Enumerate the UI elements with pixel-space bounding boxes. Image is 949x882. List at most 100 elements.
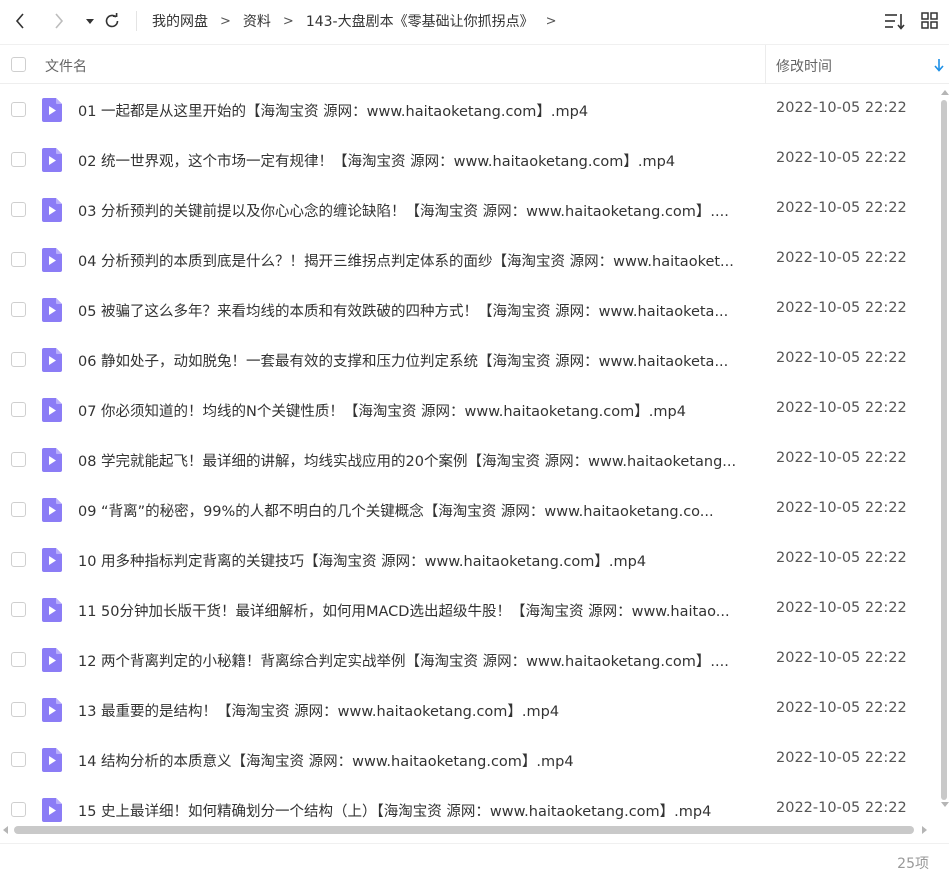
history-dropdown-button[interactable] — [78, 8, 102, 34]
video-file-icon — [42, 98, 62, 122]
file-name[interactable]: 02 统一世界观，这个市场一定有规律！【海淘宝资 源网：www.haitaoke… — [78, 150, 758, 171]
video-file-icon — [42, 698, 62, 722]
file-name[interactable]: 14 结构分析的本质意义【海淘宝资 源网：www.haitaoketang.co… — [78, 750, 758, 771]
file-row[interactable]: 08 学完就能起飞！最详细的讲解，均线实战应用的20个案例【海淘宝资 源网：ww… — [0, 435, 940, 485]
file-name[interactable]: 01 一起都是从这里开始的【海淘宝资 源网：www.haitaoketang.c… — [78, 100, 758, 121]
breadcrumb-item-current[interactable]: 143-大盘剧本《零基础让你抓拐点》 — [306, 11, 534, 31]
row-checkbox[interactable] — [11, 152, 26, 167]
file-name[interactable]: 09 “背离”的秘密，99%的人都不明白的几个关键概念【海淘宝资 源网：www.… — [78, 500, 758, 521]
file-modified-time: 2022-10-05 22:22 — [776, 600, 907, 616]
file-row[interactable]: 14 结构分析的本质意义【海淘宝资 源网：www.haitaoketang.co… — [0, 735, 940, 785]
chevron-left-icon — [15, 13, 24, 29]
select-all-checkbox[interactable] — [11, 57, 26, 72]
row-checkbox[interactable] — [11, 402, 26, 417]
file-modified-time: 2022-10-05 22:22 — [776, 750, 907, 766]
video-file-icon — [42, 398, 62, 422]
file-name[interactable]: 15 史上最详细！如何精确划分一个结构（上）【海淘宝资 源网：www.haita… — [78, 800, 758, 821]
sort-button[interactable] — [884, 11, 906, 31]
column-name-header[interactable]: 文件名 — [45, 56, 87, 76]
refresh-icon — [105, 13, 119, 28]
row-checkbox[interactable] — [11, 102, 26, 117]
file-modified-time: 2022-10-05 22:22 — [776, 500, 907, 516]
video-file-icon — [42, 448, 62, 472]
scroll-down-arrow-icon[interactable] — [941, 802, 949, 807]
row-checkbox[interactable] — [11, 802, 26, 817]
row-checkbox[interactable] — [11, 652, 26, 667]
video-file-icon — [42, 598, 62, 622]
item-count: 25项 — [897, 856, 929, 872]
video-file-icon — [42, 198, 62, 222]
file-modified-time: 2022-10-05 22:22 — [776, 100, 907, 116]
video-file-icon — [42, 298, 62, 322]
grid-view-button[interactable] — [920, 11, 940, 31]
sort-list-icon — [885, 14, 905, 30]
scroll-left-arrow-icon[interactable] — [3, 826, 8, 834]
file-row[interactable]: 10 用多种指标判定背离的关键技巧【海淘宝资 源网：www.haitaoketa… — [0, 535, 940, 585]
column-divider[interactable] — [765, 45, 766, 84]
file-name[interactable]: 10 用多种指标判定背离的关键技巧【海淘宝资 源网：www.haitaoketa… — [78, 550, 758, 571]
video-file-icon — [42, 498, 62, 522]
horizontal-scrollbar[interactable] — [0, 824, 940, 836]
file-row[interactable]: 11 50分钟加长版干货！最详细解析，如何用MACD选出超级牛股！【海淘宝资 源… — [0, 585, 940, 635]
scroll-up-arrow-icon[interactable] — [941, 90, 949, 95]
file-modified-time: 2022-10-05 22:22 — [776, 450, 907, 466]
row-checkbox[interactable] — [11, 352, 26, 367]
horizontal-scroll-thumb[interactable] — [14, 826, 914, 834]
file-row[interactable]: 05 被骗了这么多年？来看均线的本质和有效跌破的四种方式！【海淘宝资 源网：ww… — [0, 285, 940, 335]
file-row[interactable]: 07 你必须知道的！均线的N个关键性质！【海淘宝资 源网：www.haitaok… — [0, 385, 940, 435]
row-checkbox[interactable] — [11, 302, 26, 317]
file-modified-time: 2022-10-05 22:22 — [776, 400, 907, 416]
forward-button[interactable] — [47, 8, 71, 34]
file-name[interactable]: 11 50分钟加长版干货！最详细解析，如何用MACD选出超级牛股！【海淘宝资 源… — [78, 600, 758, 621]
file-name[interactable]: 13 最重要的是结构！【海淘宝资 源网：www.haitaoketang.com… — [78, 700, 758, 721]
row-checkbox[interactable] — [11, 252, 26, 267]
column-header: 文件名 修改时间 — [0, 44, 949, 84]
file-row[interactable]: 04 分析预判的本质到底是什么？！揭开三维拐点判定体系的面纱【海淘宝资 源网：w… — [0, 235, 940, 285]
file-row[interactable]: 01 一起都是从这里开始的【海淘宝资 源网：www.haitaoketang.c… — [0, 85, 940, 135]
breadcrumb-expand-separator[interactable]: > — [546, 14, 557, 29]
navigation-bar: 我的网盘 > 资料 > 143-大盘剧本《零基础让你抓拐点》 > — [0, 0, 949, 42]
file-modified-time: 2022-10-05 22:22 — [776, 250, 907, 266]
row-checkbox[interactable] — [11, 202, 26, 217]
file-name[interactable]: 06 静如处子，动如脱兔！一套最有效的支撑和压力位判定系统【海淘宝资 源网：ww… — [78, 350, 758, 371]
file-name[interactable]: 03 分析预判的关键前提以及你心心念的缠论缺陷！【海淘宝资 源网：www.hai… — [78, 200, 758, 221]
vertical-scrollbar[interactable] — [939, 86, 949, 812]
grid-view-icon — [921, 12, 938, 29]
breadcrumb-item-root[interactable]: 我的网盘 — [152, 11, 208, 31]
video-file-icon — [42, 798, 62, 822]
file-name[interactable]: 12 两个背离判定的小秘籍！背离综合判定实战举例【海淘宝资 源网：www.hai… — [78, 650, 758, 671]
file-row[interactable]: 15 史上最详细！如何精确划分一个结构（上）【海淘宝资 源网：www.haita… — [0, 785, 940, 823]
sort-down-arrow-icon[interactable] — [933, 58, 945, 72]
file-row[interactable]: 13 最重要的是结构！【海淘宝资 源网：www.haitaoketang.com… — [0, 685, 940, 735]
footer-divider — [0, 843, 949, 844]
file-name[interactable]: 04 分析预判的本质到底是什么？！揭开三维拐点判定体系的面纱【海淘宝资 源网：w… — [78, 250, 758, 271]
scroll-right-arrow-icon[interactable] — [922, 826, 927, 834]
file-name[interactable]: 05 被骗了这么多年？来看均线的本质和有效跌破的四种方式！【海淘宝资 源网：ww… — [78, 300, 758, 321]
file-row[interactable]: 03 分析预判的关键前提以及你心心念的缠论缺陷！【海淘宝资 源网：www.hai… — [0, 185, 940, 235]
row-checkbox[interactable] — [11, 552, 26, 567]
file-modified-time: 2022-10-05 22:22 — [776, 550, 907, 566]
row-checkbox[interactable] — [11, 602, 26, 617]
row-checkbox[interactable] — [11, 752, 26, 767]
breadcrumb-separator: > — [220, 13, 231, 29]
file-list: 01 一起都是从这里开始的【海淘宝资 源网：www.haitaoketang.c… — [0, 85, 940, 823]
file-modified-time: 2022-10-05 22:22 — [776, 350, 907, 366]
file-row[interactable]: 09 “背离”的秘密，99%的人都不明白的几个关键概念【海淘宝资 源网：www.… — [0, 485, 940, 535]
file-modified-time: 2022-10-05 22:22 — [776, 150, 907, 166]
row-checkbox[interactable] — [11, 452, 26, 467]
row-checkbox[interactable] — [11, 502, 26, 517]
file-name[interactable]: 07 你必须知道的！均线的N个关键性质！【海淘宝资 源网：www.haitaok… — [78, 400, 758, 421]
breadcrumb-item-folder[interactable]: 资料 — [243, 11, 271, 31]
row-checkbox[interactable] — [11, 702, 26, 717]
file-modified-time: 2022-10-05 22:22 — [776, 200, 907, 216]
file-row[interactable]: 02 统一世界观，这个市场一定有规律！【海淘宝资 源网：www.haitaoke… — [0, 135, 940, 185]
column-time-header[interactable]: 修改时间 — [776, 56, 832, 76]
caret-down-icon — [86, 19, 94, 24]
vertical-scroll-thumb[interactable] — [941, 100, 947, 800]
file-modified-time: 2022-10-05 22:22 — [776, 700, 907, 716]
file-row[interactable]: 06 静如处子，动如脱兔！一套最有效的支撑和压力位判定系统【海淘宝资 源网：ww… — [0, 335, 940, 385]
refresh-button[interactable] — [100, 8, 124, 34]
file-name[interactable]: 08 学完就能起飞！最详细的讲解，均线实战应用的20个案例【海淘宝资 源网：ww… — [78, 450, 758, 471]
back-button[interactable] — [8, 8, 32, 34]
file-row[interactable]: 12 两个背离判定的小秘籍！背离综合判定实战举例【海淘宝资 源网：www.hai… — [0, 635, 940, 685]
